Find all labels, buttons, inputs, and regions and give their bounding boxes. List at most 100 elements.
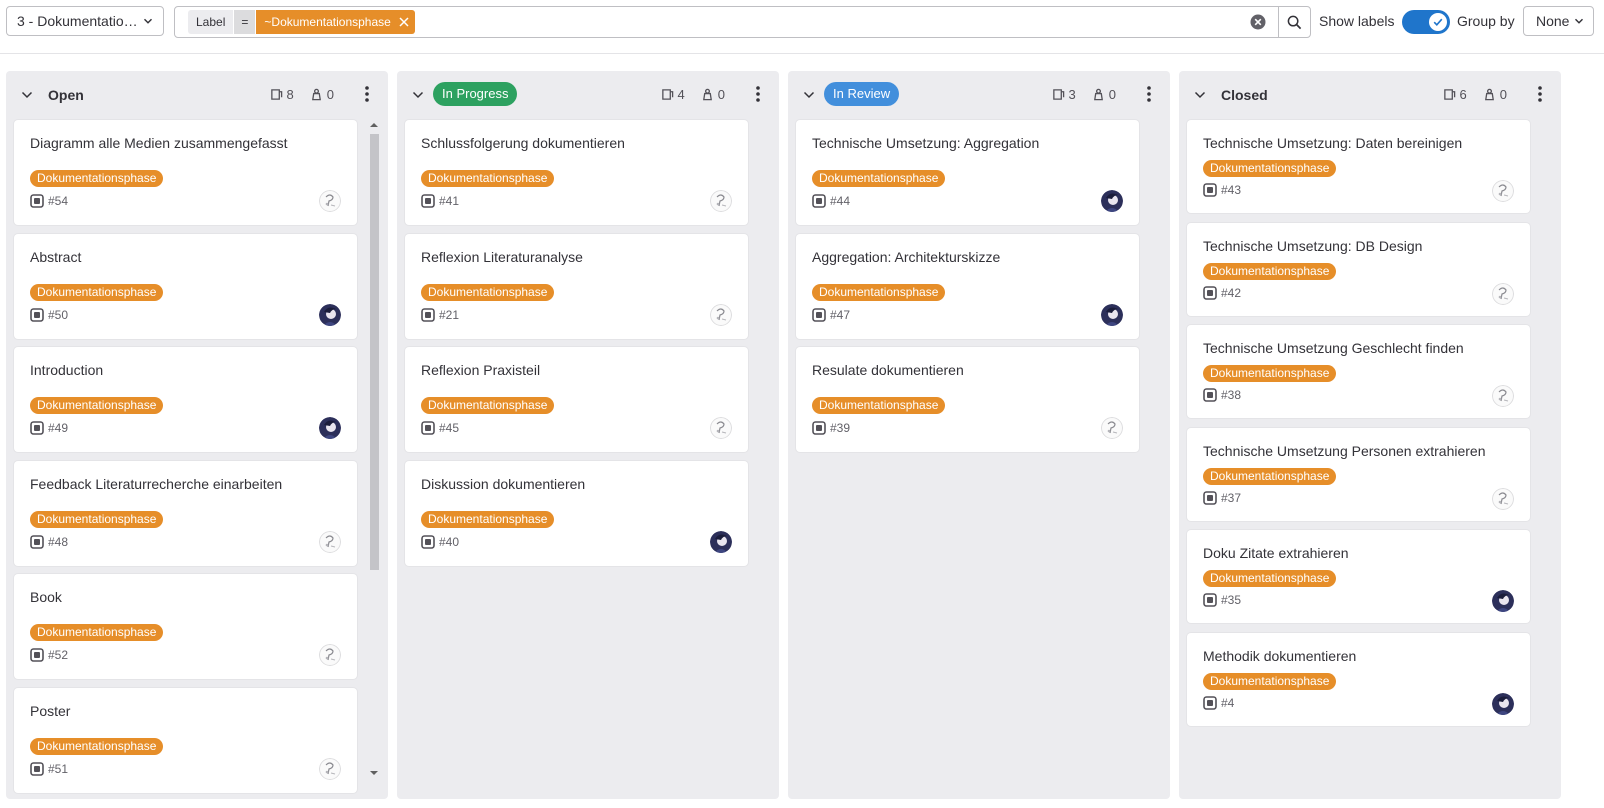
issue-title[interactable]: Technische Umsetzung: DB Design (1203, 238, 1422, 254)
assignee-avatar[interactable] (1101, 303, 1123, 326)
weight-count: 0 (1108, 87, 1116, 102)
assignee-avatar[interactable] (1492, 180, 1514, 202)
label-badge[interactable]: Dokumentationsphase (30, 510, 164, 528)
assignee-avatar[interactable] (319, 644, 341, 666)
label-badge[interactable]: Dokumentationsphase (30, 624, 164, 641)
issue-title[interactable]: Book (30, 589, 62, 605)
issue-title[interactable]: Doku Zitate extrahieren (1203, 545, 1349, 561)
issue-title[interactable]: Poster (30, 703, 70, 719)
issue-title[interactable]: Schlussfolgerung dokumentieren (421, 135, 625, 151)
assignee-avatar[interactable] (319, 303, 341, 326)
collapse-chevron-icon[interactable] (802, 88, 816, 102)
column-scrollbar[interactable] (368, 120, 380, 778)
issue-card[interactable]: Schlussfolgerung dokumentieren Dokumentat… (405, 120, 748, 225)
label-badge[interactable]: Dokumentationsphase (1203, 160, 1337, 177)
label-badge[interactable]: Dokumentationsphase (421, 170, 555, 187)
issue-card[interactable]: Technische Umsetzung: Daten bereinigen Do… (1187, 120, 1530, 213)
assignee-avatar[interactable] (710, 190, 732, 212)
assignee-avatar[interactable] (1101, 417, 1123, 439)
issue-title[interactable]: Aggregation: Architekturskizze (812, 249, 1000, 265)
filter-token[interactable]: Label = ~Dokumentationsphase (188, 10, 415, 34)
assignee-avatar[interactable] (1492, 282, 1514, 305)
issue-title[interactable]: Reflexion Literaturanalyse (421, 249, 583, 265)
column-options-icon[interactable] (1146, 85, 1152, 103)
issue-type-icon (1203, 388, 1217, 402)
assignee-avatar[interactable] (319, 757, 341, 780)
assignee-avatar[interactable] (319, 190, 341, 212)
issue-card[interactable]: Technische Umsetzung Geschlecht finden Do… (1187, 325, 1530, 418)
issue-title[interactable]: Technische Umsetzung: Daten bereinigen (1203, 135, 1462, 151)
assignee-avatar[interactable] (710, 303, 732, 326)
assignee-avatar[interactable] (1492, 487, 1514, 510)
issue-title[interactable]: Diagramm alle Medien zusammengefasst (30, 135, 288, 151)
scroll-down-arrow-icon[interactable] (370, 770, 378, 776)
issue-card[interactable]: Resulate dokumentieren Dokumentationsphas… (796, 347, 1139, 452)
issue-card[interactable]: Methodik dokumentieren Dokumentationsphas… (1187, 632, 1530, 726)
label-badge[interactable]: Dokumentationsphase (30, 737, 164, 755)
issue-card[interactable]: Technische Umsetzung: Aggregation Dokumen… (796, 120, 1139, 225)
scrollbar-thumb[interactable] (370, 134, 379, 570)
issue-card[interactable]: Technische Umsetzung: DB Design Dokumenta… (1187, 222, 1530, 316)
clear-filter-icon[interactable] (1250, 14, 1266, 30)
label-badge[interactable]: Dokumentationsphase (1203, 467, 1337, 485)
issue-type-icon (30, 534, 44, 549)
label-badge[interactable]: Dokumentationsphase (421, 283, 555, 301)
assignee-avatar[interactable] (1101, 190, 1123, 212)
issue-title[interactable]: Introduction (30, 362, 103, 378)
column-options-icon[interactable] (364, 85, 370, 103)
label-badge[interactable]: Dokumentationsphase (30, 397, 164, 414)
label-badge[interactable]: Dokumentationsphase (30, 170, 164, 187)
issue-card[interactable]: Diagramm alle Medien zusammengefasst Doku… (14, 120, 357, 225)
label-badge[interactable]: Dokumentationsphase (421, 510, 555, 528)
label-badge[interactable]: Dokumentationsphase (812, 283, 946, 301)
issue-title[interactable]: Technische Umsetzung Personen extrahiere… (1203, 443, 1486, 459)
scroll-up-arrow-icon[interactable] (370, 122, 378, 128)
label-badge[interactable]: Dokumentationsphase (1203, 262, 1337, 280)
collapse-chevron-icon[interactable] (1193, 88, 1207, 102)
filter-search-bar[interactable]: Label = ~Dokumentationsphase (174, 6, 1311, 38)
column-options-icon[interactable] (1537, 85, 1543, 103)
issue-card[interactable]: Reflexion Literaturanalyse Dokumentations… (405, 233, 748, 339)
issue-card[interactable]: Doku Zitate extrahieren Dokumentationspha… (1187, 530, 1530, 623)
issue-card[interactable]: Aggregation: Architekturskizze Dokumentat… (796, 233, 1139, 339)
issue-card[interactable]: Abstract Dokumentationsphase #50 (14, 233, 357, 339)
issue-card[interactable]: Introduction Dokumentationsphase #49 (14, 347, 357, 452)
issue-title[interactable]: Diskussion dokumentieren (421, 476, 585, 492)
column-counts: 60 (1443, 87, 1507, 102)
group-by-dropdown[interactable]: None (1523, 6, 1594, 36)
issue-card[interactable]: Feedback Literaturrecherche einarbeiten D… (14, 460, 357, 566)
show-labels-toggle[interactable] (1402, 10, 1450, 34)
issue-title[interactable]: Technische Umsetzung: Aggregation (812, 135, 1039, 151)
assignee-avatar[interactable] (710, 417, 732, 439)
label-badge[interactable]: Dokumentationsphase (1203, 672, 1337, 690)
issue-title[interactable]: Abstract (30, 249, 81, 265)
issue-title[interactable]: Resulate dokumentieren (812, 362, 964, 378)
label-badge[interactable]: Dokumentationsphase (30, 283, 164, 301)
board-select-dropdown[interactable]: 3 - Dokumentationsphase (6, 6, 164, 36)
search-button[interactable] (1278, 6, 1310, 38)
assignee-avatar[interactable] (710, 530, 732, 553)
collapse-chevron-icon[interactable] (20, 88, 34, 102)
label-badge[interactable]: Dokumentationsphase (1203, 570, 1337, 587)
issue-card[interactable]: Book Dokumentationsphase #52 (14, 574, 357, 679)
label-badge[interactable]: Dokumentationsphase (1203, 365, 1337, 382)
assignee-avatar[interactable] (1492, 692, 1514, 715)
assignee-avatar[interactable] (1492, 385, 1514, 407)
issue-card[interactable]: Reflexion Praxisteil Dokumentationsphase #… (405, 347, 748, 452)
column-options-icon[interactable] (755, 85, 761, 103)
assignee-avatar[interactable] (319, 530, 341, 553)
issue-title[interactable]: Reflexion Praxisteil (421, 362, 540, 378)
label-badge[interactable]: Dokumentationsphase (421, 397, 555, 414)
assignee-avatar[interactable] (319, 417, 341, 439)
label-badge[interactable]: Dokumentationsphase (812, 397, 946, 414)
issue-title[interactable]: Methodik dokumentieren (1203, 648, 1356, 664)
issue-card[interactable]: Technische Umsetzung Personen extrahiere… (1187, 427, 1530, 521)
issue-card[interactable]: Poster Dokumentationsphase #51 (14, 687, 357, 793)
issue-card[interactable]: Diskussion dokumentieren Dokumentationsph… (405, 460, 748, 566)
label-badge[interactable]: Dokumentationsphase (812, 170, 946, 187)
close-icon[interactable] (399, 17, 409, 27)
assignee-avatar[interactable] (1492, 590, 1514, 612)
collapse-chevron-icon[interactable] (411, 88, 425, 102)
issue-title[interactable]: Technische Umsetzung Geschlecht finden (1203, 340, 1464, 356)
issue-title[interactable]: Feedback Literaturrecherche einarbeiten (30, 476, 282, 492)
